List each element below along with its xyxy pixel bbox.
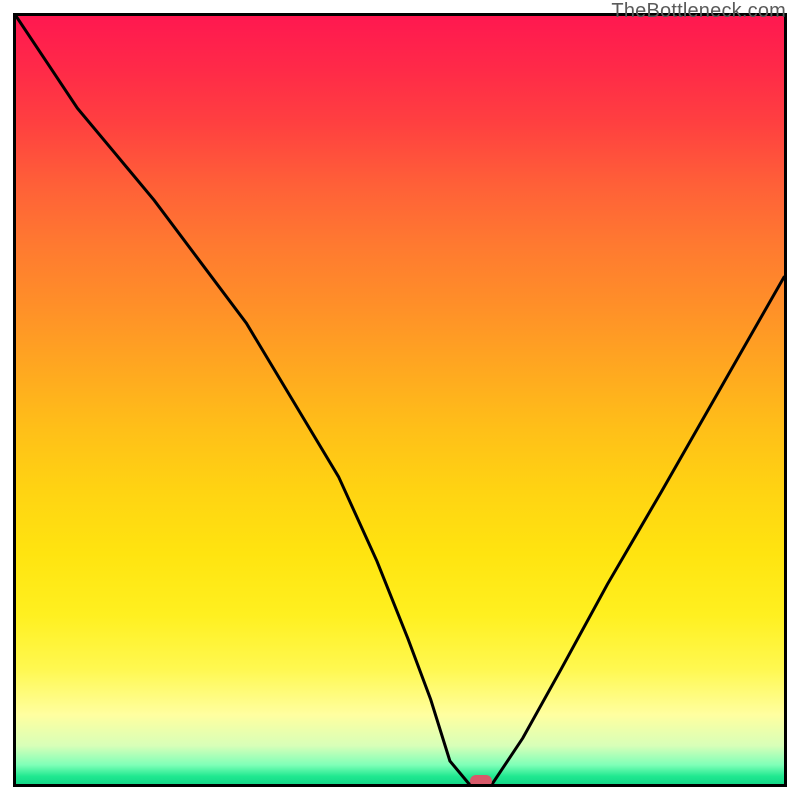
plot-area [13, 13, 787, 787]
bottleneck-chart: TheBottleneck.com [0, 0, 800, 800]
curve-layer [16, 16, 784, 784]
bottleneck-curve-path [16, 16, 784, 784]
optimal-point-marker [470, 775, 492, 787]
watermark-text: TheBottleneck.com [611, 0, 786, 23]
